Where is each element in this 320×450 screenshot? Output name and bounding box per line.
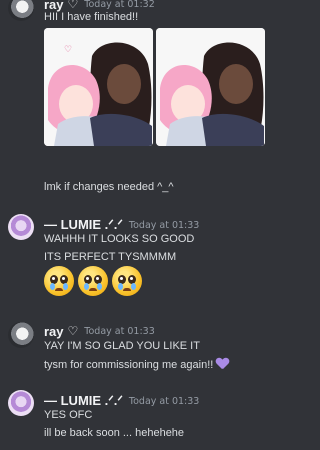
avatar[interactable] xyxy=(8,322,34,348)
timestamp: Today at 01:33 xyxy=(128,395,200,407)
message-text: tysm for commissioning me again!! xyxy=(44,359,214,371)
artwork-image xyxy=(156,28,265,146)
message-text: HII I have finished!! xyxy=(44,11,139,23)
pleading-face-emoji[interactable] xyxy=(44,266,74,296)
timestamp: Today at 01:32 xyxy=(84,0,155,10)
timestamp: Today at 01:33 xyxy=(128,219,200,231)
heart-icon: ♡ xyxy=(67,0,79,11)
message-text: YAY I'M SO GLAD YOU LIKE IT xyxy=(44,340,200,352)
pleading-face-emoji[interactable] xyxy=(112,266,142,296)
artwork-image: ♡ xyxy=(44,28,153,146)
image-attachment[interactable]: ♡ xyxy=(44,28,153,146)
message-text: YES OFC xyxy=(44,409,93,421)
timestamp: Today at 01:33 xyxy=(84,325,155,337)
author-name[interactable]: — LUMIE .ᐟ.ᐟ xyxy=(44,217,123,233)
message-text: ill be back soon ... hehehehe xyxy=(44,427,185,439)
image-attachment[interactable] xyxy=(156,28,265,146)
author-name[interactable]: ray xyxy=(44,0,64,12)
author-name[interactable]: ray xyxy=(44,324,64,339)
author-name[interactable]: — LUMIE .ᐟ.ᐟ xyxy=(44,393,123,409)
svg-text:♡: ♡ xyxy=(64,45,72,55)
purple-heart-icon xyxy=(216,358,229,370)
avatar[interactable] xyxy=(8,390,34,416)
message-line: tysm for commissioning me again!! xyxy=(44,358,229,371)
message-text: lmk if changes needed ^_^ xyxy=(44,181,174,193)
message-text: ITS PERFECT TYSMMMM xyxy=(44,251,177,263)
message-text: WAHHH IT LOOKS SO GOOD xyxy=(44,233,195,245)
avatar[interactable] xyxy=(8,0,34,21)
pleading-face-emoji[interactable] xyxy=(78,266,108,296)
avatar[interactable] xyxy=(8,214,34,240)
heart-icon: ♡ xyxy=(67,324,79,338)
